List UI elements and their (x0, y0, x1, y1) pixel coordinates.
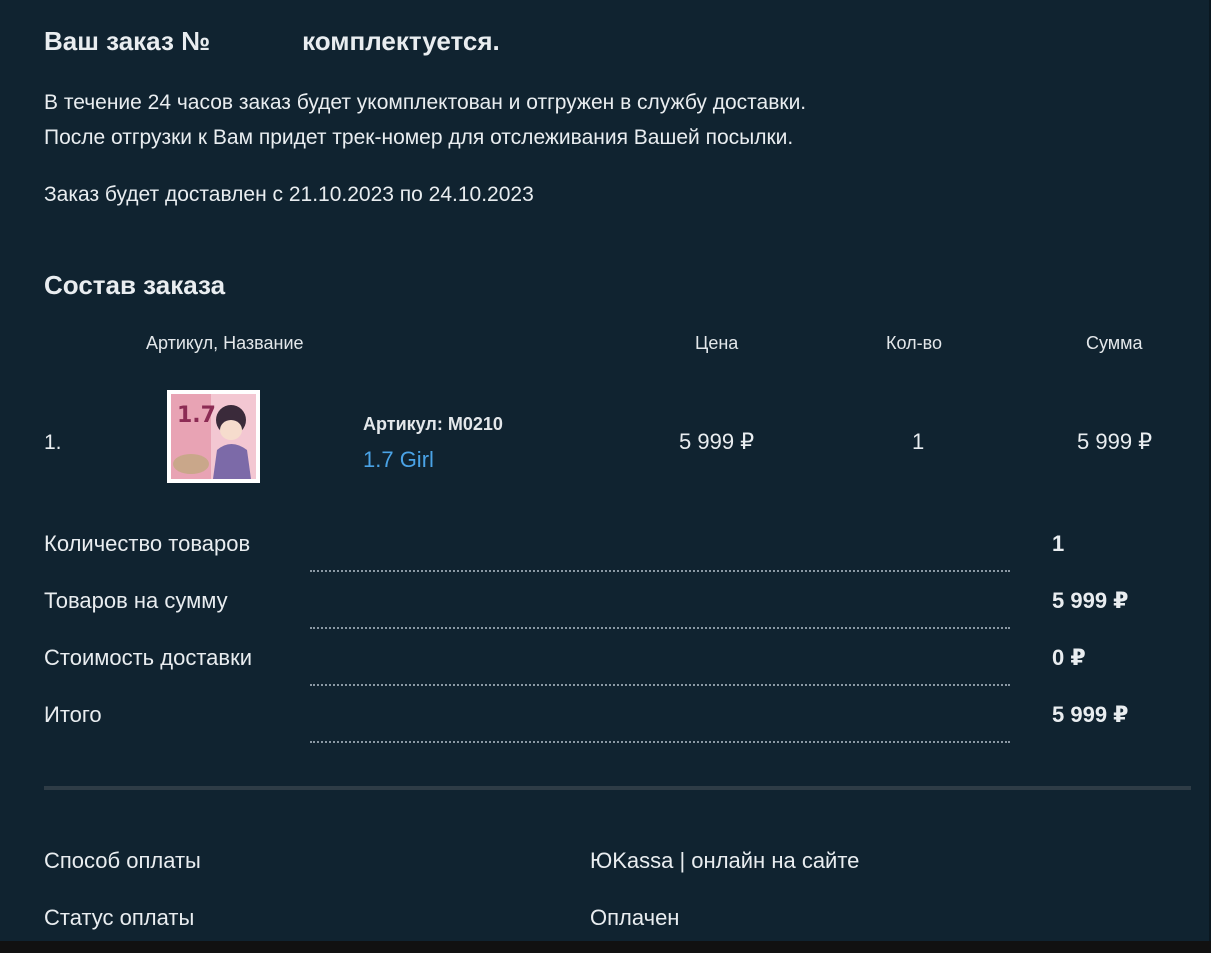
bottom-bar (0, 941, 1211, 953)
row-index: 1. (44, 431, 62, 454)
dotted-leader (310, 627, 1010, 629)
column-header-sum: Сумма (1086, 333, 1143, 353)
payment-status-label: Статус оплаты (44, 905, 195, 930)
order-page: Ваш заказ № комплектуется. В течение 24 ч… (0, 0, 1211, 941)
delivery-date-text: Заказ будет доставлен с 21.10.2023 по 24… (44, 183, 534, 206)
section-divider (44, 786, 1191, 790)
order-composition-title: Состав заказа (44, 270, 226, 300)
dotted-leader (310, 741, 1010, 743)
product-article: Артикул: M0210 (363, 414, 503, 434)
dotted-leader (310, 684, 1010, 686)
payment-status-value: Оплачен (590, 905, 680, 930)
product-qty: 1 (912, 429, 925, 454)
title-suffix: комплектуется. (302, 26, 500, 56)
dotted-leader (310, 570, 1010, 572)
page-title: Ваш заказ № комплектуется. (44, 26, 500, 57)
summary-label-delivery: Стоимость доставки (44, 645, 252, 670)
product-thumbnail[interactable]: 1.7 (167, 390, 260, 483)
payment-method-value: ЮKassa | онлайн на сайте (590, 848, 860, 873)
product-name-link[interactable]: 1.7 Girl (363, 447, 434, 473)
summary-label-count: Количество товаров (44, 531, 251, 556)
column-header-name: Артикул, Название (146, 333, 304, 353)
title-prefix: Ваш заказ № (44, 26, 211, 56)
product-sum: 5 999 ₽ (1077, 429, 1153, 454)
summary-value-goods-total: 5 999 ₽ (1052, 588, 1129, 613)
summary-label-total: Итого (44, 702, 102, 727)
column-header-price: Цена (695, 333, 739, 353)
column-header-qty: Кол-во (886, 333, 942, 353)
info-line-1: В течение 24 часов заказ будет укомплект… (44, 91, 807, 114)
info-line-2: После отгрузки к Вам придет трек-номер д… (44, 126, 794, 149)
product-image: 1.7 (167, 390, 260, 483)
payment-method-label: Способ оплаты (44, 848, 201, 873)
summary-label-goods-total: Товаров на сумму (44, 588, 228, 613)
svg-text:1.7: 1.7 (177, 403, 216, 428)
info-paragraph: В течение 24 часов заказ будет укомплект… (44, 85, 806, 155)
product-price: 5 999 ₽ (679, 429, 755, 454)
summary-value-delivery: 0 ₽ (1052, 645, 1086, 670)
summary-value-total: 5 999 ₽ (1052, 702, 1129, 727)
summary-value-count: 1 (1052, 531, 1065, 556)
